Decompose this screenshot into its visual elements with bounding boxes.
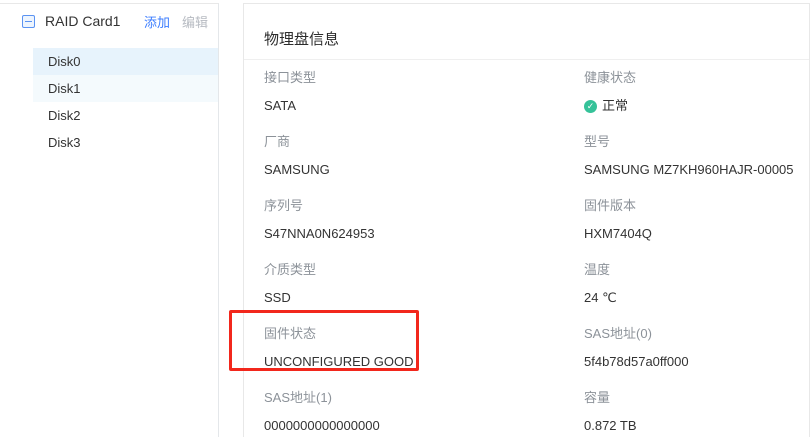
field-health-status: 健康状态 正常 <box>584 69 799 115</box>
field-model: 型号 SAMSUNG MZ7KH960HAJR-00005 <box>584 133 799 179</box>
field-interface-type: 接口类型 SATA <box>264 69 584 115</box>
raid-card-node[interactable]: RAID Card1 添加 编辑 <box>0 4 218 38</box>
disk-info-panel: 物理盘信息 接口类型 SATA 健康状态 正常 厂商 SAMSUNG 型号 SA… <box>243 3 810 437</box>
collapse-minus-icon[interactable] <box>22 15 35 28</box>
panel-title: 物理盘信息 <box>244 4 809 60</box>
field-firmware-state: 固件状态 UNCONFIGURED GOOD <box>264 325 584 371</box>
edit-link[interactable]: 编辑 <box>182 12 208 31</box>
field-capacity: 容量 0.872 TB <box>584 389 799 435</box>
field-sas-address-0: SAS地址(0) 5f4b78d57a0ff000 <box>584 325 799 371</box>
field-sas-address-1: SAS地址(1) 0000000000000000 <box>264 389 584 435</box>
disk-item-disk3[interactable]: Disk3 <box>33 129 218 156</box>
disk-item-disk0[interactable]: Disk0 <box>33 48 218 75</box>
field-serial-number: 序列号 S47NNA0N624953 <box>264 197 584 243</box>
disk-item-disk2[interactable]: Disk2 <box>33 102 218 129</box>
disk-info-fields: 接口类型 SATA 健康状态 正常 厂商 SAMSUNG 型号 SAMSUNG … <box>244 60 809 437</box>
field-firmware-version: 固件版本 HXM7404Q <box>584 197 799 243</box>
field-vendor: 厂商 SAMSUNG <box>264 133 584 179</box>
field-media-type: 介质类型 SSD <box>264 261 584 307</box>
physical-disk-page: RAID Card1 添加 编辑 Disk0 Disk1 Disk2 Disk3… <box>0 0 812 437</box>
add-link[interactable]: 添加 <box>144 12 170 31</box>
raid-card-label: RAID Card1 <box>45 13 144 29</box>
tree-actions: 添加 编辑 <box>144 12 208 31</box>
raid-tree-sidebar: RAID Card1 添加 编辑 Disk0 Disk1 Disk2 Disk3 <box>0 3 219 437</box>
disk-item-disk1[interactable]: Disk1 <box>33 75 218 102</box>
disk-list: Disk0 Disk1 Disk2 Disk3 <box>0 48 218 156</box>
field-temperature: 温度 24 ℃ <box>584 261 799 307</box>
health-status-text: 正常 <box>602 97 628 115</box>
check-circle-icon <box>584 100 597 113</box>
